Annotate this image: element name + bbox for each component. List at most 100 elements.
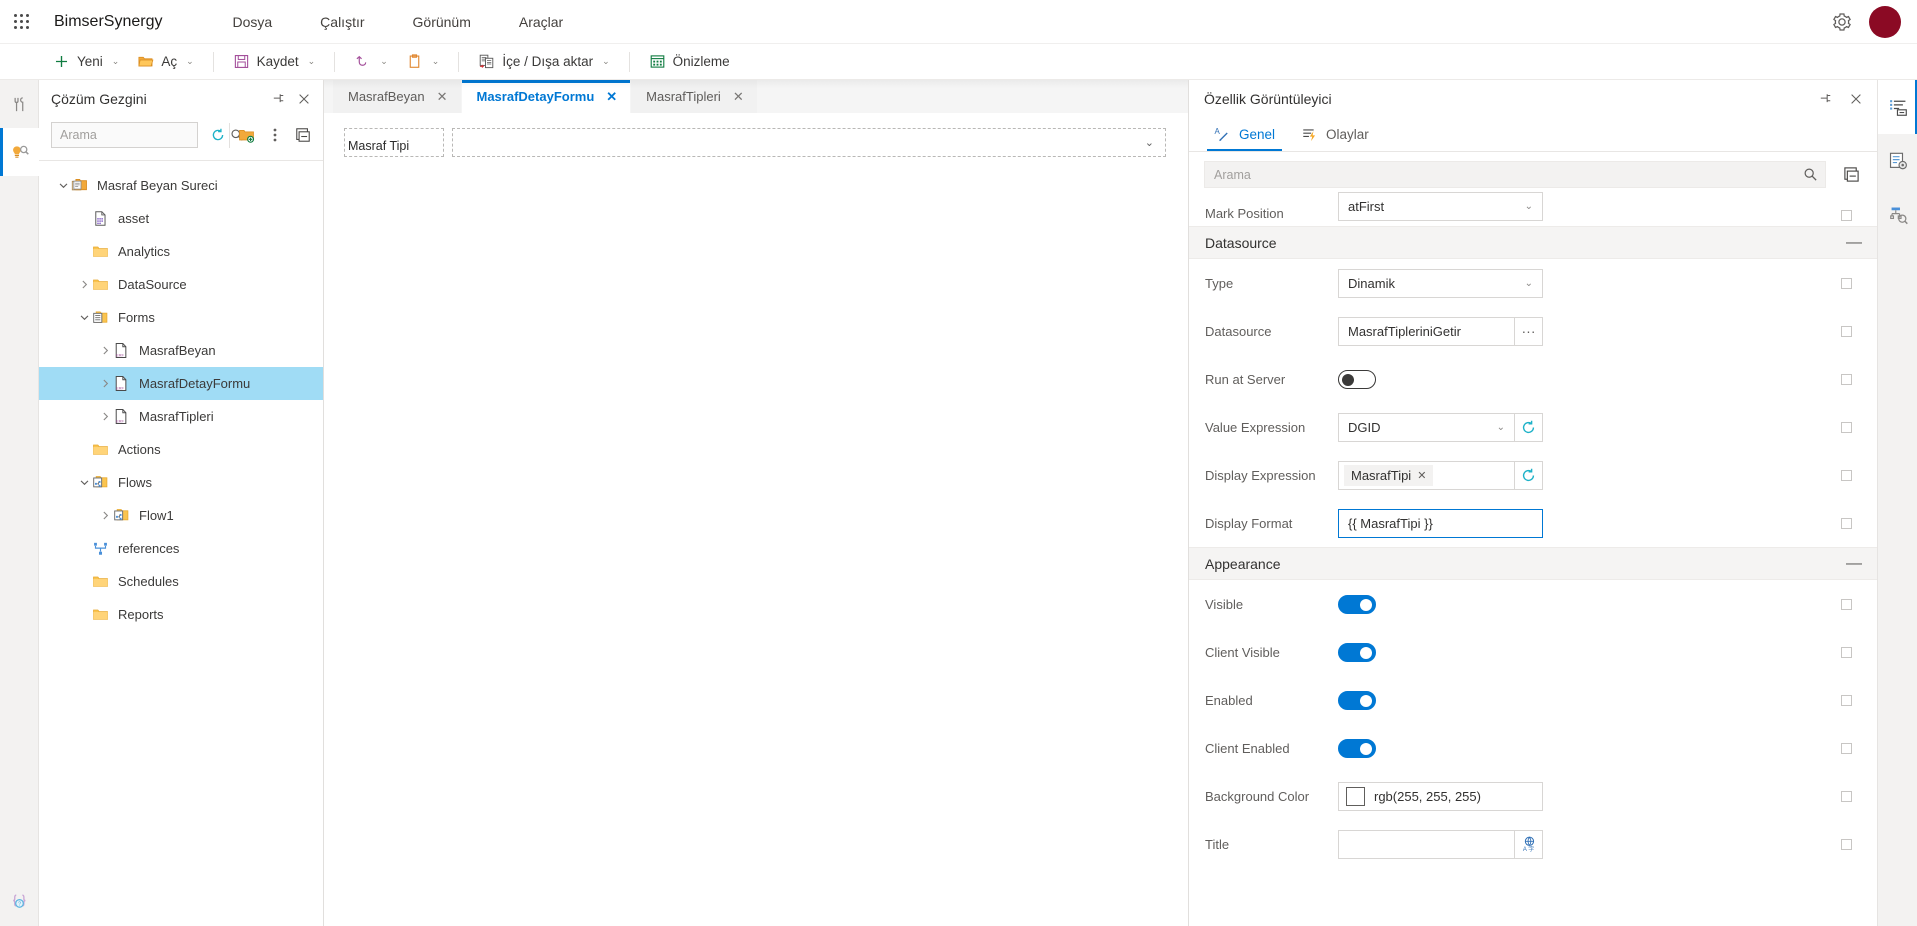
binding-checkbox[interactable]	[1841, 598, 1852, 610]
tree-item-flows[interactable]: Flows	[39, 466, 323, 499]
chevron-down-icon[interactable]: ⌄	[432, 56, 440, 67]
tree-item-schedules[interactable]: Schedules	[39, 565, 323, 598]
binding-checkbox[interactable]	[1841, 742, 1852, 754]
section-header-appearance[interactable]: Appearance —	[1189, 547, 1878, 580]
binding-checkbox[interactable]	[1841, 838, 1852, 850]
close-icon[interactable]: ✕	[606, 90, 617, 103]
undo-button[interactable]: ⌄	[345, 47, 397, 77]
chevron-down-icon[interactable]	[76, 310, 92, 326]
properties-search-input[interactable]	[1205, 167, 1795, 182]
binding-checkbox[interactable]	[1841, 694, 1852, 706]
tagbox-display-expression[interactable]: MasrafTipi ✕	[1338, 460, 1514, 490]
toggle-run-at-server[interactable]	[1338, 369, 1376, 389]
chevron-right-icon[interactable]	[97, 376, 113, 392]
select-datasource[interactable]: MasrafTipleriniGetir	[1338, 316, 1514, 346]
browse-datasource-button[interactable]: ···	[1514, 316, 1543, 346]
designer-tab-masraftipleri[interactable]: MasrafTipleri ✕	[631, 80, 758, 113]
app-launcher-button[interactable]	[0, 0, 44, 44]
more-options-button[interactable]	[267, 126, 283, 145]
close-icon[interactable]	[297, 92, 311, 106]
form-canvas[interactable]: Masraf Tipi ⌄	[324, 113, 1188, 926]
properties-rail-button[interactable]	[1878, 80, 1917, 134]
color-swatch[interactable]	[1346, 786, 1365, 806]
element-inspector-rail-button[interactable]	[1878, 188, 1917, 242]
tree-item-references[interactable]: references	[39, 532, 323, 565]
colorbox-background-color[interactable]: rgb(255, 255, 255)	[1338, 781, 1543, 811]
select-mark-position[interactable]: atFirst ⌄	[1338, 192, 1543, 221]
tree-item-masrafdetayformu[interactable]: ERF MasrafDetayFormu	[39, 367, 323, 400]
binding-checkbox[interactable]	[1841, 325, 1852, 337]
tree-item-actions[interactable]: Actions	[39, 433, 323, 466]
pin-icon[interactable]	[1818, 92, 1832, 106]
tree-item-reports[interactable]: Reports	[39, 598, 323, 631]
new-folder-button[interactable]	[238, 126, 255, 145]
chevron-right-icon[interactable]	[97, 508, 113, 524]
chevron-right-icon[interactable]	[97, 409, 113, 425]
textbox-display-format[interactable]: {{ MasrafTipi }}	[1338, 508, 1543, 538]
menu-dosya[interactable]: Dosya	[208, 14, 296, 30]
close-icon[interactable]: ✕	[733, 90, 744, 103]
tree-item-datasource[interactable]: DataSource	[39, 268, 323, 301]
tree-item-analytics[interactable]: Analytics	[39, 235, 323, 268]
user-avatar[interactable]	[1869, 5, 1901, 38]
binding-checkbox[interactable]	[1841, 373, 1852, 385]
properties-search-button[interactable]	[1795, 162, 1825, 187]
preview-button[interactable]: Önizleme	[640, 47, 739, 77]
open-button[interactable]: Aç ⌄	[128, 47, 202, 77]
designer-tab-masrafbeyan[interactable]: MasrafBeyan ✕	[333, 80, 462, 113]
chevron-down-icon[interactable]: ⌄	[308, 56, 316, 67]
chevron-down-icon[interactable]: ⌄	[380, 56, 388, 67]
chevron-right-icon[interactable]	[76, 277, 92, 293]
menu-gorunum[interactable]: Görünüm	[389, 14, 495, 30]
tree-item-flow1[interactable]: Flow1	[39, 499, 323, 532]
binding-checkbox[interactable]	[1841, 210, 1852, 221]
properties-collapse-all-button[interactable]	[1842, 165, 1861, 184]
gear-icon[interactable]	[1831, 11, 1853, 33]
form-field-label[interactable]: Masraf Tipi	[344, 128, 444, 157]
section-header-datasource[interactable]: Datasource —	[1189, 226, 1878, 259]
refresh-display-expression-button[interactable]	[1514, 460, 1543, 490]
tree-item-masrafbeyan[interactable]: ERF MasrafBeyan	[39, 334, 323, 367]
toggle-client-enabled[interactable]	[1338, 738, 1376, 758]
binding-checkbox[interactable]	[1841, 790, 1852, 802]
settings-rail-button[interactable]	[1878, 134, 1917, 188]
solution-explorer-rail-button[interactable]	[0, 128, 39, 176]
refresh-value-expression-button[interactable]	[1514, 412, 1543, 442]
select-value-expression[interactable]: DGID ⌄	[1338, 412, 1514, 442]
close-icon[interactable]	[1849, 92, 1863, 106]
tag-chip[interactable]: MasrafTipi ✕	[1344, 464, 1434, 486]
tab-genel[interactable]: A Genel	[1204, 118, 1285, 151]
toolbox-rail-button[interactable]	[0, 80, 39, 128]
chevron-down-icon[interactable]	[76, 475, 92, 491]
chevron-right-icon[interactable]	[97, 343, 113, 359]
binding-checkbox[interactable]	[1841, 646, 1852, 658]
collapse-all-button[interactable]	[295, 126, 311, 145]
tree-item-forms[interactable]: Forms	[39, 301, 323, 334]
menu-calistir[interactable]: Çalıştır	[296, 14, 388, 30]
select-type[interactable]: Dinamik ⌄	[1338, 268, 1543, 298]
chevron-down-icon[interactable]	[55, 178, 71, 194]
tree-item-masraftipleri[interactable]: ERF MasrafTipleri	[39, 400, 323, 433]
chevron-down-icon[interactable]: ⌄	[112, 56, 120, 67]
form-combobox-control[interactable]: ⌄	[452, 128, 1166, 157]
binding-checkbox[interactable]	[1841, 469, 1852, 481]
textbox-title[interactable]	[1338, 829, 1514, 859]
pin-icon[interactable]	[271, 92, 285, 106]
toggle-enabled[interactable]	[1338, 690, 1376, 710]
collapse-section-icon[interactable]: —	[1846, 234, 1862, 251]
refresh-tree-button[interactable]	[210, 126, 226, 145]
binding-checkbox[interactable]	[1841, 517, 1852, 529]
menu-araclar[interactable]: Araçlar	[495, 14, 587, 30]
chevron-down-icon[interactable]: ⌄	[602, 56, 610, 67]
chevron-down-icon[interactable]: ⌄	[186, 56, 194, 67]
toggle-client-visible[interactable]	[1338, 642, 1376, 662]
collapse-section-icon[interactable]: —	[1846, 555, 1862, 572]
search-box[interactable]	[51, 122, 243, 148]
import-export-button[interactable]: İçe / Dışa aktar ⌄	[469, 47, 618, 77]
tab-olaylar[interactable]: Olaylar	[1291, 118, 1379, 151]
close-icon[interactable]: ✕	[437, 90, 448, 103]
paste-button[interactable]: ⌄	[397, 47, 449, 77]
tree-item-asset[interactable]: asset	[39, 202, 323, 235]
properties-search-box[interactable]	[1204, 161, 1826, 188]
code-help-icon[interactable]: ?	[9, 891, 30, 912]
